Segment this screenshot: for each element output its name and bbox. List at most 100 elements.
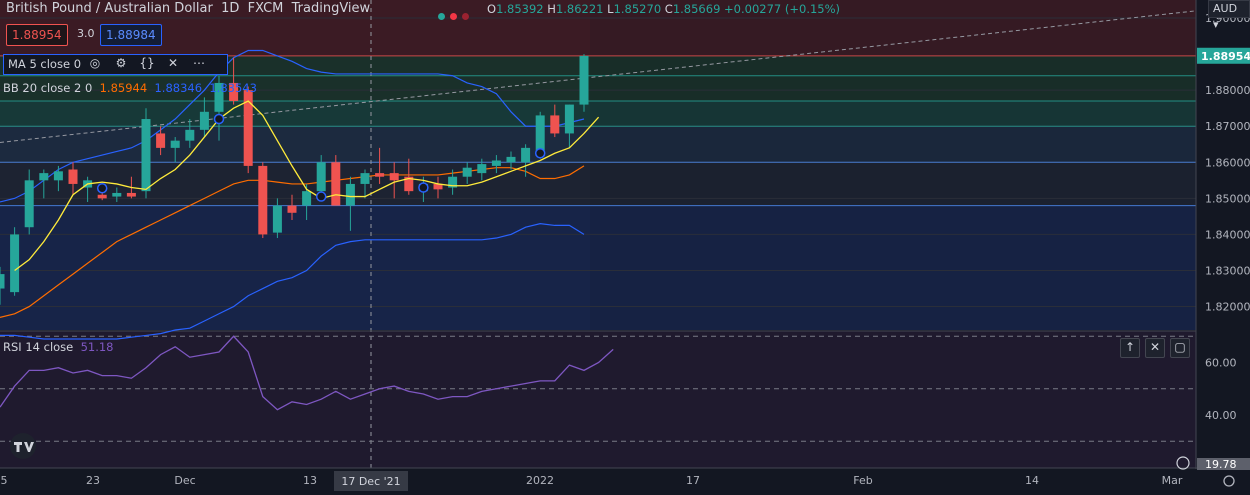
- zone-extension: [590, 0, 1196, 330]
- ma-label: MA 5 close 0: [8, 57, 82, 71]
- candle-body: [345, 183, 355, 206]
- candle-body: [97, 194, 107, 199]
- candle-body: [462, 167, 472, 177]
- maximize-pane-icon[interactable]: ▢: [1170, 338, 1190, 358]
- time-tick-label: 2022: [526, 474, 554, 487]
- candle-body: [170, 140, 180, 148]
- time-tick-label: 14: [1025, 474, 1039, 487]
- high-value: 1.86221: [555, 2, 604, 16]
- ma-cross-marker: [315, 191, 327, 202]
- bb-upper-value: 1.88346: [154, 81, 203, 95]
- candle-body: [550, 115, 560, 134]
- candle[interactable]: [579, 54, 589, 112]
- low-value: 1.85270: [613, 2, 662, 16]
- bb-lower-value: 1.83543: [209, 81, 257, 95]
- candle-body: [564, 104, 574, 134]
- rsi-tick-label: 40.00: [1205, 409, 1237, 422]
- candle-body: [10, 234, 20, 293]
- candle-body: [53, 171, 63, 181]
- tradingview-logo[interactable]: [8, 433, 38, 459]
- candle-body: [506, 156, 516, 163]
- rsi-background: [0, 331, 1196, 468]
- candle-body: [126, 192, 136, 197]
- price-tick-label: 1.86000: [1205, 156, 1250, 169]
- rsi-label: RSI 14 close: [3, 340, 74, 354]
- time-tick-label: Mar: [1162, 474, 1183, 487]
- candle-body: [535, 115, 545, 152]
- rsi-legend[interactable]: RSI 14 close 51.18: [3, 340, 114, 354]
- price-tick-label: 1.85000: [1205, 192, 1250, 205]
- price-tick-label: 1.82000: [1205, 301, 1250, 314]
- time-tick-label: 13: [303, 474, 317, 487]
- close-pane-icon[interactable]: ✕: [1145, 338, 1165, 358]
- candle-body: [185, 129, 195, 141]
- candle[interactable]: [243, 86, 253, 174]
- bb-legend[interactable]: BB 20 close 2 0 1.85944 1.88346 1.83543: [3, 81, 257, 95]
- candle-body: [39, 173, 49, 181]
- exchange: FXCM: [247, 1, 284, 16]
- rsi-tick-label: 60.00: [1205, 356, 1237, 369]
- candle[interactable]: [331, 155, 341, 206]
- candle-body: [112, 192, 122, 197]
- gear-icon[interactable]: ⚙: [111, 54, 131, 72]
- ohlc-readout: O1.85392 H1.86221 L1.85270 C1.85669 +0.0…: [487, 2, 841, 16]
- tradingview-logo-icon: [10, 433, 36, 459]
- candle-body: [316, 162, 326, 192]
- rsi-min-label: 19.78: [1205, 458, 1237, 471]
- spread-value: 3.0: [77, 27, 95, 40]
- ma-cross-marker: [418, 182, 429, 193]
- candle-body: [331, 162, 341, 206]
- time-tick-label: 5: [1, 474, 8, 487]
- status-dots: [438, 5, 474, 24]
- candle[interactable]: [141, 108, 151, 199]
- buy-button[interactable]: 1.88984: [100, 24, 162, 46]
- candle-body: [0, 274, 5, 289]
- move-up-icon[interactable]: ↑: [1120, 338, 1140, 358]
- crosshair-time-label: 17 Dec '21: [341, 475, 400, 488]
- price-tick-label: 1.88000: [1205, 84, 1250, 97]
- market-status-icon: [438, 13, 445, 20]
- more-icon[interactable]: ⋯: [189, 54, 209, 72]
- candle-body: [579, 55, 589, 105]
- symbol-title[interactable]: British Pound / Australian Dollar: [6, 1, 213, 16]
- interval[interactable]: 1D: [221, 1, 239, 16]
- source-code-icon[interactable]: {}: [137, 54, 157, 72]
- ma-cross-marker: [213, 113, 225, 125]
- eye-icon[interactable]: ◎: [85, 54, 105, 72]
- close-status-icon: [462, 13, 469, 20]
- candle-body: [477, 164, 487, 174]
- price-tick-label: 1.84000: [1205, 228, 1250, 241]
- candle-body: [491, 160, 501, 166]
- last-price-label: 1.88954: [1201, 50, 1250, 63]
- ma-legend-actions: ◎ ⚙ {} ✕ ⋯: [85, 54, 209, 72]
- candle-body: [272, 205, 282, 233]
- candle-body: [287, 205, 297, 213]
- open-value: 1.85392: [496, 2, 544, 16]
- candle-body: [375, 173, 385, 177]
- rsi-value: 51.18: [80, 340, 114, 354]
- sell-button[interactable]: 1.88954: [6, 24, 68, 46]
- candle-body: [24, 180, 34, 228]
- candle-body: [360, 173, 370, 184]
- change-value: +0.00277 (+0.15%): [724, 2, 841, 16]
- close-icon[interactable]: ✕: [163, 54, 183, 72]
- time-tick-label: Dec: [174, 474, 195, 487]
- currency-selector[interactable]: AUD ▾: [1208, 0, 1250, 31]
- bb-label: BB 20 close 2 0: [3, 81, 93, 95]
- alert-icon: [450, 13, 457, 20]
- time-tick-label: 17: [686, 474, 700, 487]
- time-tick-label: 23: [86, 474, 100, 487]
- candle-body: [156, 133, 166, 148]
- candle[interactable]: [258, 162, 268, 239]
- candle[interactable]: [10, 227, 20, 296]
- candle-body: [258, 165, 268, 235]
- bb-basis-value: 1.85944: [99, 81, 148, 95]
- candle-body: [199, 111, 209, 130]
- price-tick-label: 1.87000: [1205, 120, 1250, 133]
- ma-cross-marker: [96, 183, 108, 194]
- chart-header: British Pound / Australian Dollar 1D FXC…: [6, 1, 370, 19]
- time-tick-label: Feb: [853, 474, 872, 487]
- candle-body: [141, 119, 151, 192]
- price-tick-label: 1.83000: [1205, 264, 1250, 277]
- candle-body: [302, 191, 312, 206]
